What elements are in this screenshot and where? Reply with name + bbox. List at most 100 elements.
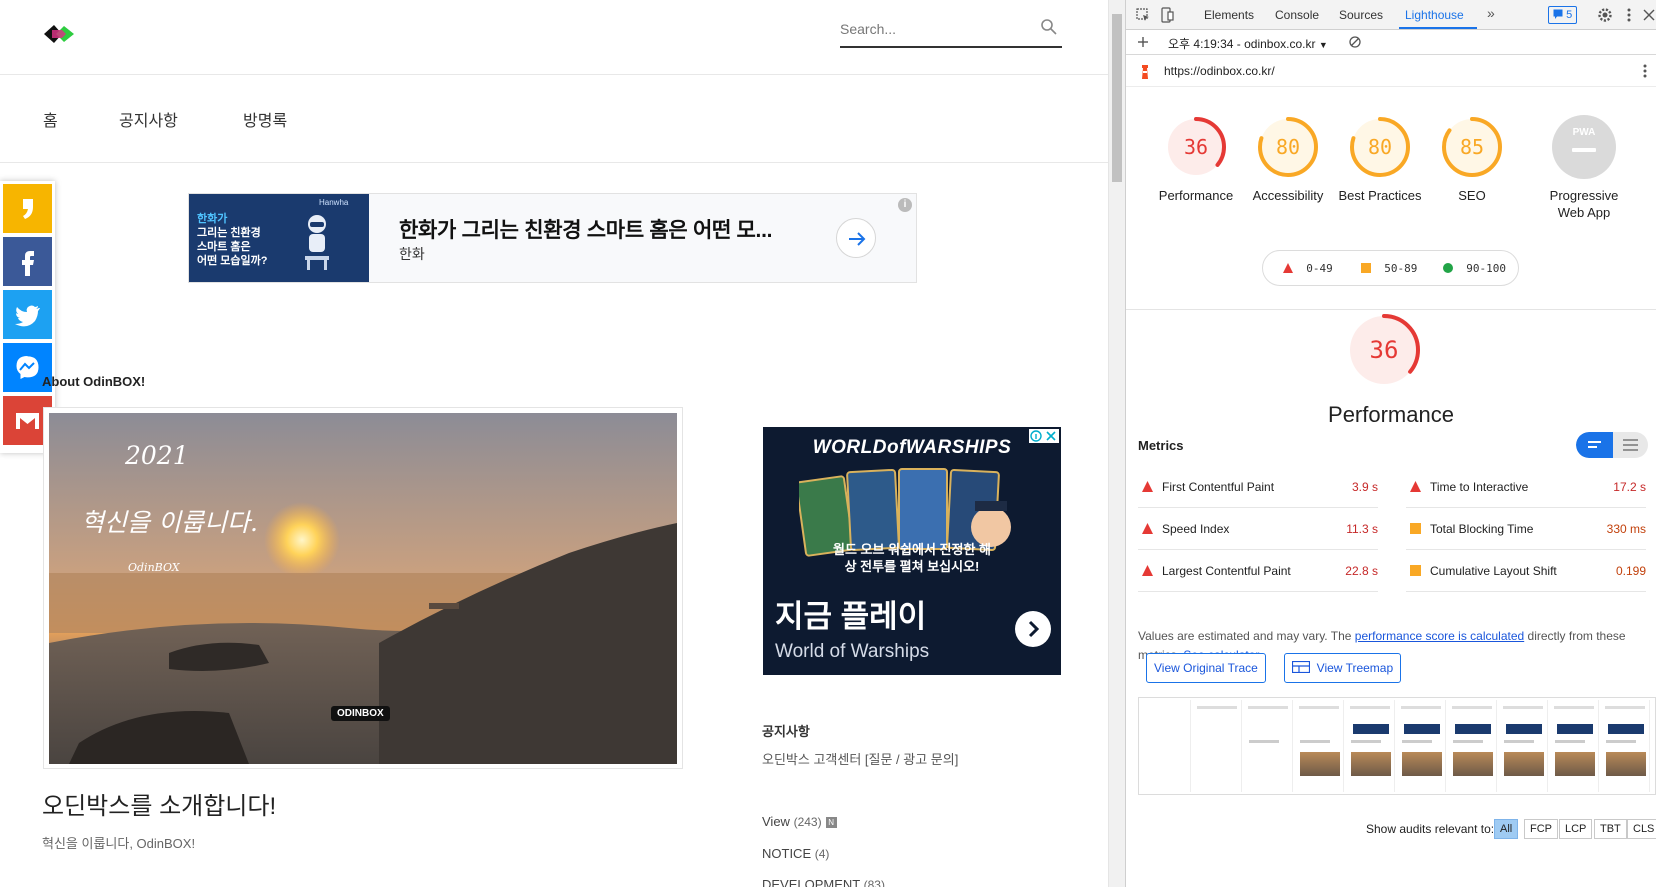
audit-chip-lcp[interactable]: LCP [1559,819,1593,839]
post-title[interactable]: 오딘박스를 소개합니다! [42,786,276,821]
ad-title[interactable]: 한화가 그리는 친환경 스마트 홈은 어떤 모... [399,214,772,244]
compact-view-button[interactable] [1576,432,1613,458]
gauge-score: 80 [1275,135,1301,159]
section-label: About OdinBOX! [42,374,146,389]
metric-value: 17.2 s [1613,480,1646,494]
search-input[interactable] [840,12,1030,46]
category-notice[interactable]: NOTICE (4) [762,846,829,861]
ad-sponsor: 한화 [399,246,425,262]
nav-home[interactable]: 홈 [43,107,58,131]
odinbox-watermark-logo: ODINBOX [331,706,390,721]
metric-name: First Contentful Paint [1162,480,1275,494]
filmstrip-frame [1194,700,1242,792]
metric-name: Speed Index [1162,522,1230,536]
device-toolbar-icon[interactable] [1158,6,1176,24]
metrics-view-toggle[interactable] [1576,432,1648,458]
inspect-element-icon[interactable] [1134,6,1152,24]
active-tab-indicator [1399,27,1477,29]
filmstrip-frame [1398,700,1446,792]
hero-post-image[interactable]: 2021 혁신을 이룹니다. OdinBOX ODINBOX [43,407,683,769]
legend-pass: 90-100 [1443,262,1506,275]
metric-time-to-interactive: Time to Interactive 17.2 s [1406,467,1646,508]
score-legend: 0-49 50-89 90-100 [1262,250,1519,286]
devtools-panel: Elements Console Sources Lighthouse » 5 … [1126,0,1656,887]
tab-sources[interactable]: Sources [1339,8,1383,22]
site-logo[interactable] [42,22,76,46]
metric-largest-contentful-paint: Largest Contentful Paint 22.8 s [1138,551,1378,592]
nav-notice[interactable]: 공지사항 [119,107,178,131]
plus-icon[interactable] [1134,33,1152,51]
audit-chip-all[interactable]: All [1494,819,1519,839]
ad-image-brand: Hanwha [319,198,349,207]
gauge-score: 85 [1459,135,1485,159]
scrollbar-thumb[interactable] [1112,14,1122,182]
fail-triangle-icon [1142,565,1153,576]
filmstrip-frame [1500,700,1548,792]
average-square-icon [1410,565,1421,576]
report-url[interactable]: https://odinbox.co.kr/ [1164,64,1275,78]
score-calc-link[interactable]: performance score is calculated [1355,629,1524,643]
arrow-right-icon[interactable] [836,218,876,258]
facebook-share-button[interactable] [3,237,52,286]
audit-chip-fcp[interactable]: FCP [1524,819,1558,839]
chevron-right-icon[interactable] [1015,611,1051,647]
score-gauge-accessibility[interactable]: 80 Accessibility [1240,115,1336,204]
top-ad-banner[interactable]: 한화가 그리는 친환경 스마트 홈은 어떤 모습일까? Hanwha 한화가 그… [188,193,917,283]
score-gauge-seo[interactable]: 85 SEO [1424,115,1520,204]
metric-value: 3.9 s [1351,480,1378,494]
report-menu-icon[interactable] [1636,62,1654,80]
sidebar-widget-title: 공지사항 [762,724,810,739]
more-tabs-icon[interactable]: » [1487,5,1495,21]
metric-cumulative-layout-shift: Cumulative Layout Shift 0.199 [1406,551,1646,592]
side-ad-cta[interactable]: 지금 플레이 [775,591,926,636]
filmstrip-frame [1602,700,1650,792]
twitter-share-button[interactable] [3,290,52,339]
lines-icon [1588,441,1601,448]
filmstrip-frame [1143,700,1191,792]
tab-lighthouse[interactable]: Lighthouse [1405,8,1464,22]
new-badge: N [825,817,837,829]
category-development[interactable]: DEVELOPMENT (83) [762,877,885,887]
fail-triangle-icon [1142,481,1153,492]
page-scrollbar[interactable] [1108,0,1125,887]
tab-elements[interactable]: Elements [1204,8,1254,22]
nav-guestbook[interactable]: 방명록 [243,107,287,131]
audit-chip-cls[interactable]: CLS [1627,819,1656,839]
category-view[interactable]: View (243) N [762,814,837,829]
audit-chip-tbt[interactable]: TBT [1594,819,1627,839]
pwa-gauge[interactable]: PWA Progressive Web App [1536,115,1632,221]
report-selector[interactable]: 오후 4:19:34 - odinbox.co.kr ▼ [1168,35,1328,52]
close-icon[interactable] [1640,6,1656,24]
facebook-icon [22,251,34,276]
side-ad-banner[interactable]: WORLDofWARSHIPS 월드 오브 워쉽에서 진정한 해 상 전투를 펼… [763,427,1061,675]
view-original-trace-button[interactable]: View Original Trace [1146,653,1266,683]
metric-value: 0.199 [1615,564,1646,578]
metric-value: 22.8 s [1345,564,1378,578]
search-icon[interactable] [1040,18,1058,36]
tab-console[interactable]: Console [1275,8,1319,22]
metric-speed-index: Speed Index 11.3 s [1138,509,1378,550]
lighthouse-report: 36 Performance 80 Accessibility 80 Best Pract… [1126,87,1656,887]
view-treemap-button[interactable]: View Treemap [1284,653,1402,683]
ad-choices-icon[interactable] [1029,429,1059,443]
ad-info-icon[interactable]: i [898,198,912,212]
gauge-ring: 85 [1440,115,1504,179]
filmstrip-frame [1296,700,1344,792]
legend-fail: 0-49 [1283,262,1333,275]
section-divider [1126,309,1656,310]
hero-year-text: 2021 [125,441,189,470]
score-gauge-performance[interactable]: 36 Performance [1148,115,1244,204]
settings-gear-icon[interactable] [1596,6,1614,24]
sidebar-notice-link[interactable]: 오딘박스 고객센터 [질문 / 광고 문의] [762,749,958,768]
kakao-share-button[interactable] [3,184,52,233]
score-gauge-best-practices[interactable]: 80 Best Practices [1332,115,1428,204]
kakao-story-icon [23,199,33,219]
fail-triangle-icon [1410,481,1421,492]
report-url-bar: https://odinbox.co.kr/ [1126,55,1656,87]
kebab-menu-icon[interactable] [1620,6,1638,24]
clear-reports-icon[interactable] [1346,33,1364,51]
expanded-view-icon[interactable] [1613,432,1648,458]
issues-badge[interactable]: 5 [1548,6,1578,24]
performance-big-gauge: 36 [1346,312,1436,402]
gauge-label: Best Practices [1338,188,1422,203]
